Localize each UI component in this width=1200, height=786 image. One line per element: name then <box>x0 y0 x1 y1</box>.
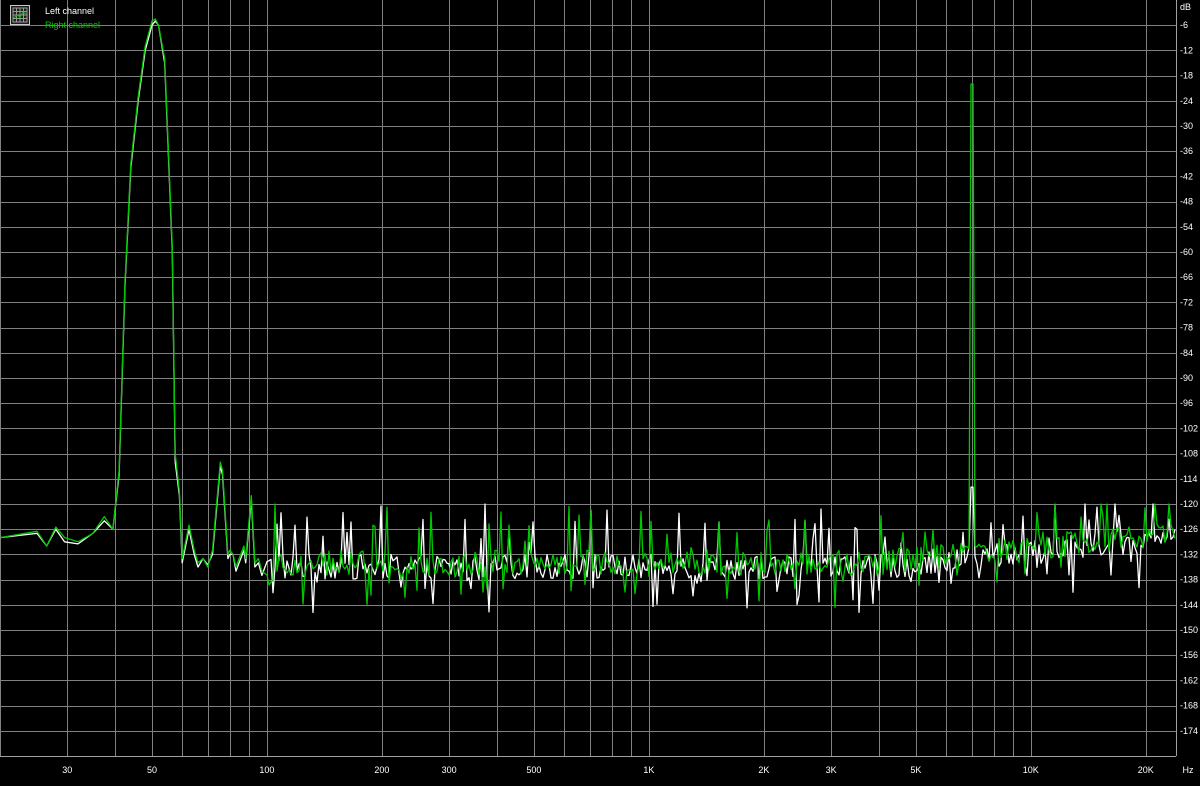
y-tick-label: -96 <box>1180 398 1193 408</box>
y-tick-label: -48 <box>1180 197 1193 207</box>
x-tick-label: 2K <box>758 765 769 775</box>
y-tick-label: -60 <box>1180 247 1193 257</box>
y-tick-label: -162 <box>1180 675 1198 685</box>
y-tick-label: -168 <box>1180 701 1198 711</box>
y-tick-label: -24 <box>1180 96 1193 106</box>
y-tick-label: -90 <box>1180 373 1193 383</box>
x-tick-label: 10K <box>1023 765 1039 775</box>
legend-entry-right: Right channel <box>45 20 101 30</box>
x-tick-label: 200 <box>374 765 389 775</box>
x-tick-label: 50 <box>147 765 157 775</box>
y-tick-label: -78 <box>1180 323 1193 333</box>
x-tick-label: 30 <box>62 765 72 775</box>
x-tick-label: 20K <box>1138 765 1154 775</box>
y-tick-label: -72 <box>1180 297 1193 307</box>
x-axis-label: Hz <box>1183 765 1194 775</box>
y-tick-label: -6 <box>1180 20 1188 30</box>
y-tick-label: -138 <box>1180 575 1198 585</box>
y-tick-label: -114 <box>1180 474 1197 484</box>
y-tick-label: -120 <box>1180 499 1198 509</box>
y-tick-label: -54 <box>1180 222 1193 232</box>
y-tick-label: -84 <box>1180 348 1193 358</box>
y-tick-label: -66 <box>1180 272 1193 282</box>
grid-icon[interactable] <box>10 5 30 25</box>
y-tick-label: -42 <box>1180 171 1193 181</box>
y-tick-label: -144 <box>1180 600 1198 610</box>
y-axis-label: dB <box>1180 2 1191 12</box>
y-tick-label: -30 <box>1180 121 1193 131</box>
x-tick-label: 300 <box>442 765 457 775</box>
y-tick-label: -18 <box>1180 71 1193 81</box>
y-tick-label: -156 <box>1180 650 1198 660</box>
y-tick-label: -102 <box>1180 423 1198 433</box>
y-tick-label: -150 <box>1180 625 1198 635</box>
y-tick-label: -174 <box>1180 726 1198 736</box>
x-tick-label: 500 <box>526 765 541 775</box>
y-tick-label: -126 <box>1180 524 1198 534</box>
plot-background <box>0 0 1200 786</box>
spectrum-chart: -6 -12 -18 -24 -30 -36 -42 -48 -54 -60 -66 -72 -78 -8… <box>0 0 1200 786</box>
x-tick-label: 100 <box>259 765 274 775</box>
legend-entry-left: Left channel <box>45 6 95 16</box>
y-tick-label: -108 <box>1180 449 1198 459</box>
x-tick-label: 1K <box>643 765 654 775</box>
y-tick-label: -36 <box>1180 146 1193 156</box>
y-tick-label: -132 <box>1180 549 1198 559</box>
x-tick-label: 5K <box>910 765 921 775</box>
x-tick-label: 3K <box>826 765 837 775</box>
y-tick-label: -12 <box>1180 45 1193 55</box>
